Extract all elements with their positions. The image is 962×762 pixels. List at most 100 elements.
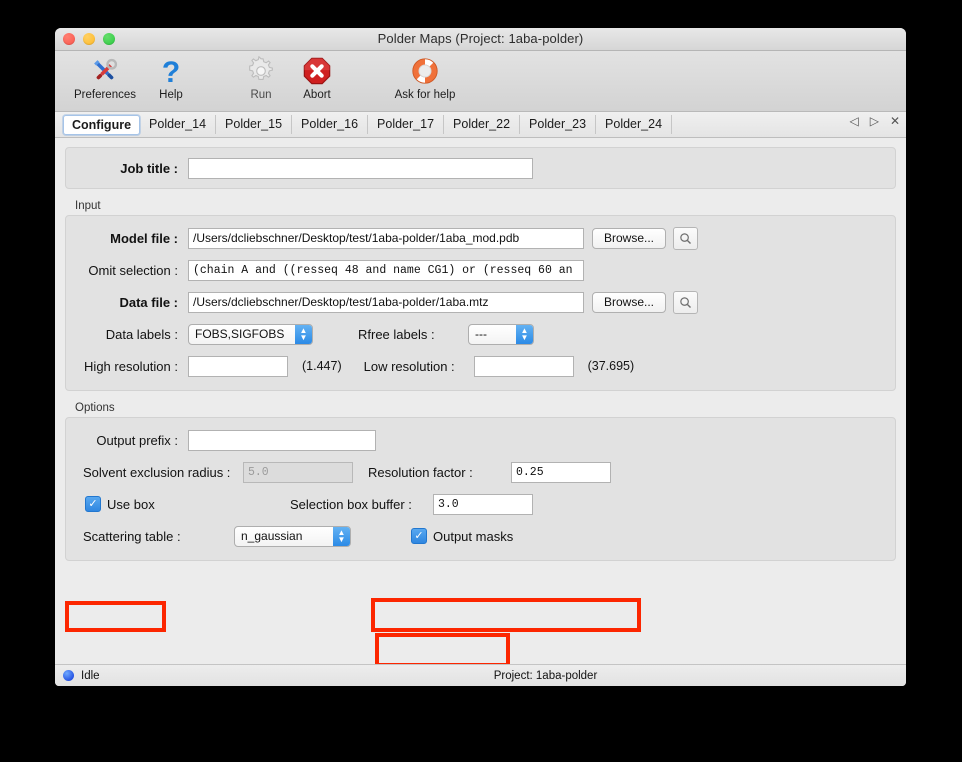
rfree-labels-value: --- — [469, 327, 516, 341]
high-resolution-hint: (1.447) — [302, 359, 342, 373]
highlight-selection-box-buffer — [371, 598, 641, 632]
low-resolution-hint: (37.695) — [588, 359, 635, 373]
toolbar: Preferences ? Help — [55, 51, 906, 112]
omit-selection-label: Omit selection : — [66, 263, 178, 278]
resolution-factor-label: Resolution factor : — [368, 465, 511, 480]
input-section-label: Input — [75, 200, 896, 212]
toolbar-button-help[interactable]: ? Help — [143, 51, 199, 109]
tab-prev-icon[interactable]: ◁ — [849, 115, 858, 127]
toolbar-label-abort: Abort — [303, 89, 331, 101]
scattering-table-value: n_gaussian — [235, 529, 333, 543]
data-file-row: Data file : Browse... — [66, 286, 895, 318]
toolbar-button-preferences[interactable]: Preferences — [67, 51, 143, 109]
high-resolution-input[interactable] — [188, 356, 288, 377]
low-resolution-input[interactable] — [474, 356, 574, 377]
use-box-checkbox[interactable]: ✓ Use box — [85, 496, 245, 512]
output-prefix-label: Output prefix : — [66, 433, 178, 448]
tab-polder-22[interactable]: Polder_22 — [444, 115, 520, 134]
solvent-exclusion-radius-input — [243, 462, 353, 483]
application-window: Polder Maps (Project: 1aba-polder) — [55, 28, 906, 686]
high-resolution-label: High resolution : — [66, 359, 178, 374]
options-panel: Output prefix : Solvent exclusion radius… — [65, 417, 896, 561]
model-file-label: Model file : — [66, 231, 178, 246]
job-title-panel: Job title : — [65, 147, 896, 189]
toolbar-label-preferences: Preferences — [74, 89, 136, 101]
data-file-magnifier-button[interactable] — [673, 291, 698, 314]
use-box-label: Use box — [107, 497, 155, 512]
omit-selection-row: Omit selection : — [66, 254, 895, 286]
solvent-exclusion-radius-label: Solvent exclusion radius : — [66, 465, 243, 480]
resolution-factor-input[interactable] — [511, 462, 611, 483]
low-resolution-label: Low resolution : — [364, 359, 474, 374]
data-labels-label: Data labels : — [66, 327, 178, 342]
labels-row: Data labels : FOBS,SIGFOBS ▲▼ Rfree labe… — [66, 318, 895, 350]
tab-polder-23[interactable]: Polder_23 — [520, 115, 596, 134]
chevron-updown-icon: ▲▼ — [333, 527, 350, 546]
svg-text:?: ? — [162, 56, 180, 87]
data-file-input[interactable] — [188, 292, 584, 313]
resolution-row: High resolution : (1.447) Low resolution… — [66, 350, 895, 382]
screenshot-root: Polder Maps (Project: 1aba-polder) — [0, 0, 962, 762]
usebox-buffer-row: ✓ Use box Selection box buffer : — [66, 488, 895, 520]
scattering-table-select[interactable]: n_gaussian ▲▼ — [234, 526, 351, 547]
status-project-label: Project: 1aba-polder — [55, 670, 906, 682]
selection-box-buffer-label: Selection box buffer : — [290, 497, 433, 512]
output-prefix-input[interactable] — [188, 430, 376, 451]
configure-panel: Job title : Input Model file : Browse... — [55, 138, 906, 664]
magnifier-icon — [679, 296, 692, 309]
job-title-label: Job title : — [66, 161, 178, 176]
options-section-label: Options — [75, 402, 896, 414]
rfree-labels-select[interactable]: --- ▲▼ — [468, 324, 534, 345]
scattering-table-label: Scattering table : — [66, 529, 234, 544]
selection-box-buffer-input[interactable] — [433, 494, 533, 515]
data-labels-value: FOBS,SIGFOBS — [189, 327, 295, 341]
toolbar-button-run[interactable]: Run — [233, 51, 289, 109]
toolbar-label-help: Help — [159, 89, 183, 101]
model-file-magnifier-button[interactable] — [673, 227, 698, 250]
highlight-output-masks — [375, 633, 510, 664]
data-labels-select[interactable]: FOBS,SIGFOBS ▲▼ — [188, 324, 313, 345]
highlight-use-box — [65, 601, 166, 632]
tab-polder-15[interactable]: Polder_15 — [216, 115, 292, 134]
job-title-input[interactable] — [188, 158, 533, 179]
tab-polder-16[interactable]: Polder_16 — [292, 115, 368, 134]
solvent-resolution-row: Solvent exclusion radius : Resolution fa… — [66, 456, 895, 488]
checkmark-icon: ✓ — [85, 496, 101, 512]
chevron-updown-icon: ▲▼ — [295, 325, 312, 344]
input-panel: Model file : Browse... Omit selection : — [65, 215, 896, 391]
output-masks-checkbox[interactable]: ✓ Output masks — [411, 528, 513, 544]
data-file-label: Data file : — [66, 295, 178, 310]
stop-x-icon — [300, 54, 334, 88]
omit-selection-input[interactable] — [188, 260, 584, 281]
window-title: Polder Maps (Project: 1aba-polder) — [55, 31, 906, 46]
output-prefix-row: Output prefix : — [66, 424, 895, 456]
data-file-browse-button[interactable]: Browse... — [592, 292, 666, 313]
tab-next-icon[interactable]: ▷ — [870, 115, 879, 127]
status-bar: Idle Project: 1aba-polder — [55, 664, 906, 686]
tab-polder-17[interactable]: Polder_17 — [368, 115, 444, 134]
output-masks-label: Output masks — [433, 529, 513, 544]
toolbar-button-abort[interactable]: Abort — [289, 51, 345, 109]
scattering-masks-row: Scattering table : n_gaussian ▲▼ ✓ Outpu… — [66, 520, 895, 552]
life-ring-icon — [408, 54, 442, 88]
toolbar-label-run: Run — [250, 89, 271, 101]
model-file-input[interactable] — [188, 228, 584, 249]
rfree-labels-label: Rfree labels : — [358, 327, 468, 342]
toolbar-label-ask-for-help: Ask for help — [395, 89, 456, 101]
title-bar: Polder Maps (Project: 1aba-polder) — [55, 28, 906, 51]
magnifier-icon — [679, 232, 692, 245]
tab-close-icon[interactable]: ✕ — [890, 115, 900, 127]
checkmark-icon: ✓ — [411, 528, 427, 544]
question-mark-icon: ? — [154, 54, 188, 88]
tab-polder-24[interactable]: Polder_24 — [596, 115, 672, 134]
gear-icon — [244, 54, 278, 88]
toolbar-button-ask-for-help[interactable]: Ask for help — [379, 51, 471, 109]
tab-bar: Configure Polder_14 Polder_15 Polder_16 … — [55, 112, 906, 138]
chevron-updown-icon: ▲▼ — [516, 325, 533, 344]
model-file-browse-button[interactable]: Browse... — [592, 228, 666, 249]
tab-configure[interactable]: Configure — [63, 115, 140, 135]
tools-icon — [88, 54, 122, 88]
tab-polder-14[interactable]: Polder_14 — [140, 115, 216, 134]
model-file-row: Model file : Browse... — [66, 222, 895, 254]
tab-navigation: ◁ ▷ ✕ — [849, 115, 900, 127]
